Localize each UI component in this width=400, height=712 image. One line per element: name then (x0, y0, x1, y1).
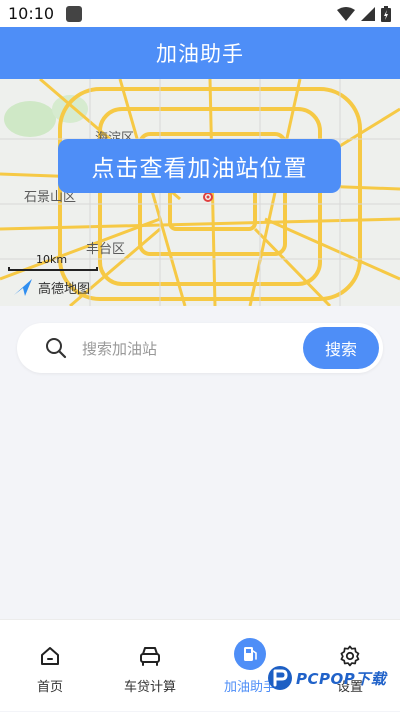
battery-icon (381, 5, 391, 22)
search-bar: 搜索 (17, 323, 383, 373)
search-icon (46, 338, 67, 359)
tab-label: 车贷计算 (123, 680, 176, 695)
signal-icon (361, 6, 375, 21)
tab-label: 首页 (36, 680, 63, 695)
map-scale-bar (8, 267, 98, 271)
page-title: 加油助手 (156, 42, 244, 66)
view-gas-stations-button[interactable]: 点击查看加油站位置 (58, 139, 341, 193)
notification-icon (66, 5, 83, 22)
map-provider-logo: 高德地图 (12, 277, 90, 297)
status-bar: 10:10 (0, 0, 400, 27)
map-scale-label: 10km (36, 253, 68, 266)
map-scale: 10km (8, 253, 100, 273)
wifi-icon (337, 6, 355, 21)
fuel-pump-icon (234, 638, 266, 670)
search-input[interactable] (80, 335, 309, 363)
tab-home[interactable]: 首页 (0, 620, 100, 712)
watermark: PCPOP下载 (267, 665, 386, 691)
car-icon (136, 642, 164, 670)
tab-loan-calculator[interactable]: 车贷计算 (100, 620, 200, 712)
view-gas-stations-label: 点击查看加油站位置 (91, 156, 308, 182)
watermark-text: PCPOP下载 (296, 669, 387, 688)
amap-logo-icon (14, 279, 32, 296)
status-time: 10:10 (8, 4, 55, 23)
home-icon (36, 642, 64, 670)
app-header: 加油助手 (0, 27, 400, 79)
pcpop-logo-icon (268, 666, 292, 690)
map-provider-name: 高德地图 (38, 281, 91, 297)
search-button[interactable]: 搜索 (303, 327, 379, 369)
